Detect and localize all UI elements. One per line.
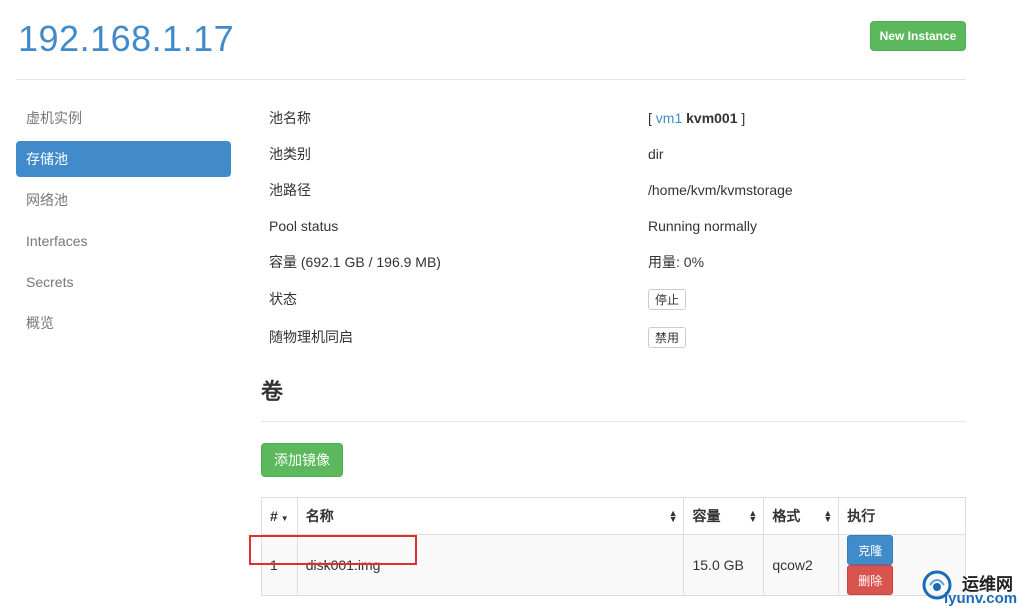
pool-path-value: /home/kvm/kvmstorage [648, 182, 793, 198]
pool-path-label: 池路径 [269, 182, 311, 198]
pool-name: kvm001 [686, 110, 738, 126]
pool-type-row: 池类别 dir [269, 136, 966, 172]
column-size[interactable]: 容量 ▲ ▼ [683, 497, 765, 535]
page-title: 192.168.1.17 [18, 18, 235, 59]
new-instance-button[interactable]: New Instance [870, 21, 966, 51]
caret-down-icon: ▼ [280, 514, 289, 523]
sidebar-item-instances[interactable]: 虚机实例 [16, 100, 231, 136]
delete-button[interactable]: 删除 [847, 565, 894, 595]
column-name[interactable]: 名称 ▲ ▼ [296, 497, 685, 535]
pool-capacity-row: 容量 (692.1 GB / 196.9 MB) 用量: 0% [269, 244, 966, 280]
volumes-divider [261, 421, 966, 422]
bracket-close: ] [741, 110, 746, 126]
sort-icon: ▲ ▼ [668, 508, 678, 524]
watermark-en: iyunv.com [944, 590, 1018, 607]
sidebar-item-storage-pools[interactable]: 存储池 [16, 141, 231, 177]
pool-name-row: 池名称 [ vm1 kvm001 ] [269, 100, 966, 136]
sidebar-item-interfaces[interactable]: Interfaces [16, 223, 231, 259]
column-actions: 执行 [838, 497, 966, 535]
pool-path-row: 池路径 /home/kvm/kvmstorage [269, 172, 966, 208]
pool-capacity-label: 容量 (692.1 GB / 196.9 MB) [269, 254, 441, 270]
pool-type-value: dir [648, 146, 664, 162]
pool-name-label: 池名称 [269, 110, 311, 126]
sort-icon: ▲ ▼ [748, 508, 758, 524]
pool-name-value: [ vm1 kvm001 ] [648, 110, 745, 126]
annotation-highlight-box [249, 535, 417, 565]
pool-info: 池名称 [ vm1 kvm001 ] 池类别 dir 池路径 /home/kvm… [269, 100, 966, 356]
sidebar-item-secrets[interactable]: Secrets [16, 264, 231, 300]
pool-state-row: 状态 停止 [269, 280, 966, 318]
pool-type-label: 池类别 [269, 146, 311, 162]
row-format: qcow2 [763, 534, 840, 596]
bracket-open: [ [648, 110, 652, 126]
pool-autostart-label: 随物理机同启 [269, 329, 353, 345]
row-size: 15.0 GB [683, 534, 765, 596]
pool-status-row: Pool status Running normally [269, 208, 966, 244]
sidebar-item-overview[interactable]: 概览 [16, 305, 231, 341]
header-divider [16, 79, 966, 80]
column-format[interactable]: 格式 ▲ ▼ [763, 497, 840, 535]
pool-usage-value: 用量: 0% [648, 254, 705, 270]
column-index[interactable]: # ▼ [261, 497, 298, 535]
host-link[interactable]: vm1 [656, 110, 682, 126]
pool-status-value: Running normally [648, 218, 757, 234]
table-header-row: # ▼ 名称 ▲ ▼ 容量 ▲ ▼ 格式 ▲ ▼ 执行 [261, 497, 966, 535]
clone-button[interactable]: 克隆 [847, 535, 894, 565]
stop-button[interactable]: 停止 [648, 288, 687, 310]
sort-icon: ▲ ▼ [823, 508, 833, 524]
pool-state-label: 状态 [269, 291, 297, 307]
disable-autostart-button[interactable]: 禁用 [648, 326, 687, 348]
pool-autostart-row: 随物理机同启 禁用 [269, 318, 966, 356]
sidebar-item-network-pools[interactable]: 网络池 [16, 182, 231, 218]
sidebar: 虚机实例 存储池 网络池 Interfaces Secrets 概览 [16, 100, 231, 346]
add-image-button[interactable]: 添加镜像 [261, 443, 343, 477]
volumes-title: 卷 [261, 379, 284, 405]
pool-status-label: Pool status [269, 218, 339, 234]
watermark: 运维网 iyunv.com [922, 568, 1026, 612]
